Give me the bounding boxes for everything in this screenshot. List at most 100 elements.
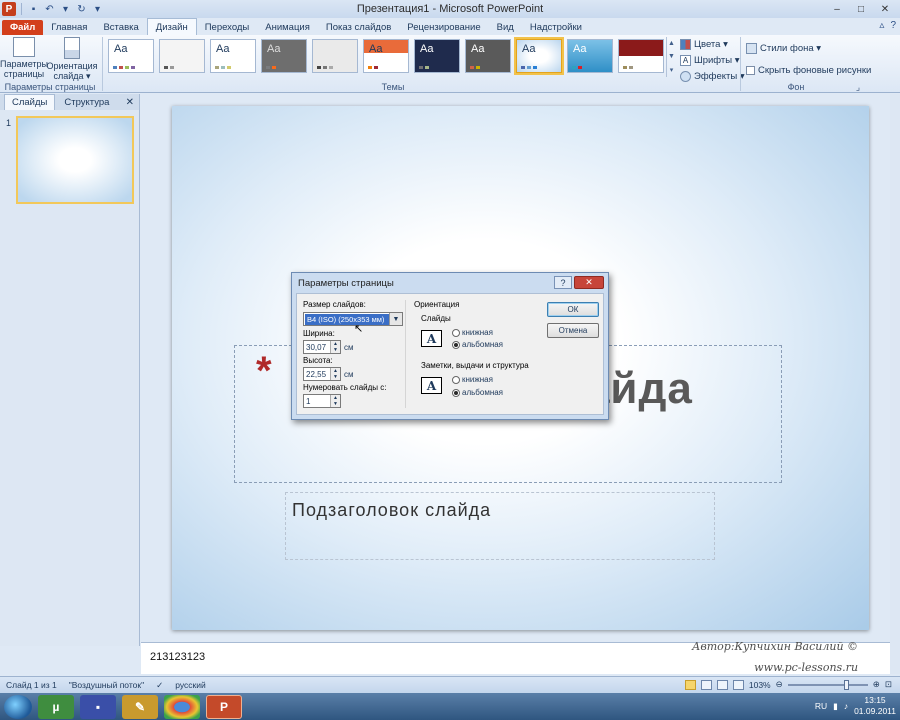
theme-angles[interactable]: Aa: [261, 39, 307, 73]
tab-transitions[interactable]: Переходы: [197, 20, 258, 35]
checkbox-icon[interactable]: [746, 65, 755, 75]
background-dialog-launcher-icon[interactable]: ⌟: [852, 82, 864, 93]
theme-office[interactable]: Aa: [108, 39, 154, 73]
dialog-help-button[interactable]: ?: [554, 276, 572, 289]
minimize-ribbon-icon[interactable]: ▵: [879, 20, 884, 31]
tab-file[interactable]: Файл: [2, 20, 44, 35]
theme-name: "Воздушный поток": [68, 680, 145, 690]
zoom-level[interactable]: 103%: [749, 680, 771, 690]
normal-view-icon[interactable]: [684, 679, 696, 690]
zoom-out-icon[interactable]: ⊖: [776, 679, 783, 690]
radio-selected-icon[interactable]: [452, 340, 460, 349]
spin-arrows-icon[interactable]: ▲ ▼: [330, 368, 340, 380]
themes-scroll[interactable]: ▲ ▼ ▾: [666, 37, 676, 77]
theme-adjacency[interactable]: Aa: [210, 39, 256, 73]
tab-addins[interactable]: Надстройки: [522, 20, 590, 35]
fit-to-window-icon[interactable]: ⊡: [885, 679, 892, 690]
theme-austin[interactable]: Aa: [363, 39, 409, 73]
height-input[interactable]: 22,55 ▲ ▼: [303, 367, 341, 381]
customize-qat-icon[interactable]: ▾: [91, 3, 104, 16]
utorrent-icon[interactable]: µ: [38, 694, 74, 719]
save-disk-icon[interactable]: ▪: [80, 694, 116, 719]
hide-background-checkbox[interactable]: Скрыть фоновые рисунки: [746, 63, 871, 77]
start-button[interactable]: [4, 694, 32, 719]
reading-view-icon[interactable]: [716, 679, 728, 690]
ok-button[interactable]: ОК: [547, 302, 599, 317]
background-styles-button[interactable]: Стили фона ▾: [746, 41, 871, 55]
slide-size-label: Размер слайдов:: [303, 300, 366, 309]
width-input[interactable]: 30,07 ▲ ▼: [303, 340, 341, 354]
tab-design[interactable]: Дизайн: [146, 18, 197, 35]
slide-sorter-view-icon[interactable]: [700, 679, 712, 690]
maximize-button[interactable]: □: [850, 2, 872, 16]
close-button[interactable]: ✕: [874, 2, 896, 16]
tab-home[interactable]: Главная: [43, 20, 95, 35]
effects-button[interactable]: Эффекты ▾: [680, 69, 745, 83]
cancel-button[interactable]: Отмена: [547, 323, 599, 338]
language-indicator[interactable]: RU: [815, 701, 827, 711]
redo-icon[interactable]: ↻: [75, 3, 88, 16]
chrome-icon[interactable]: [164, 694, 200, 719]
theme-civic[interactable]: Aa: [465, 39, 511, 73]
scroll-down-icon[interactable]: ▼: [668, 53, 675, 60]
radio-icon[interactable]: [452, 375, 460, 384]
theme-apex[interactable]: [312, 39, 358, 73]
fonts-button[interactable]: A Шрифты ▾: [680, 53, 745, 67]
undo-dropdown-icon[interactable]: ▾: [59, 3, 72, 16]
window-controls: – □ ✕: [826, 0, 900, 18]
network-icon[interactable]: ▮: [833, 701, 838, 712]
help-icon[interactable]: ?: [890, 20, 896, 31]
slide-info: Слайд 1 из 1: [6, 680, 57, 690]
number-slides-input[interactable]: 1 ▲ ▼: [303, 394, 341, 408]
theme-paper[interactable]: [159, 39, 205, 73]
slide-thumbnail-number: 1: [6, 118, 12, 128]
notes-landscape-radio[interactable]: альбомная: [452, 388, 503, 397]
spin-arrows-icon[interactable]: ▲ ▼: [330, 395, 340, 407]
page-setup-dialog: Параметры страницы ? ✕ Размер слайдов: B…: [291, 272, 609, 420]
group-separator: [102, 37, 103, 91]
theme-airflow-selected[interactable]: Aa: [514, 37, 564, 75]
powerpoint-taskbar-icon[interactable]: P: [206, 694, 242, 719]
slideshow-view-icon[interactable]: [732, 679, 744, 690]
minimize-button[interactable]: –: [826, 2, 848, 16]
slides-portrait-radio[interactable]: книжная: [452, 328, 493, 337]
radio-selected-icon[interactable]: [452, 388, 460, 397]
tab-outline[interactable]: Структура: [57, 95, 116, 110]
save-icon[interactable]: ▪: [27, 3, 40, 16]
tab-review[interactable]: Рецензирование: [399, 20, 488, 35]
more-themes-icon[interactable]: ▾: [670, 66, 674, 74]
theme-sample-text: Aa: [471, 43, 485, 55]
slide-size-dropdown[interactable]: B4 (ISO) (250x353 мм) ▼: [303, 312, 403, 326]
colors-button[interactable]: Цвета ▾: [680, 37, 745, 51]
language[interactable]: русский: [169, 680, 212, 690]
chevron-down-icon[interactable]: ▼: [389, 313, 402, 325]
tab-insert[interactable]: Вставка: [95, 20, 146, 35]
close-pane-icon[interactable]: ✕: [126, 97, 134, 108]
volume-icon[interactable]: ♪: [844, 701, 848, 711]
undo-icon[interactable]: ↶: [43, 3, 56, 16]
slides-landscape-radio[interactable]: альбомная: [452, 340, 503, 349]
theme-couture[interactable]: [618, 39, 664, 73]
spin-arrows-icon[interactable]: ▲ ▼: [330, 341, 340, 353]
theme-concourse[interactable]: Aa: [567, 39, 613, 73]
clock[interactable]: 13:15 01.09.2011: [854, 695, 896, 717]
radio-icon[interactable]: [452, 328, 460, 337]
tab-view[interactable]: Вид: [489, 20, 522, 35]
slide-orientation-button[interactable]: Ориентация слайда ▾: [46, 37, 98, 81]
tool-app-icon[interactable]: ✎: [122, 694, 158, 719]
theme-black-tie[interactable]: Aa: [414, 39, 460, 73]
powerpoint-app-icon[interactable]: P: [2, 2, 16, 16]
scroll-up-icon[interactable]: ▲: [668, 40, 675, 47]
slide-thumbnail[interactable]: [16, 116, 134, 204]
notes-portrait-radio[interactable]: книжная: [452, 375, 493, 384]
zoom-slider[interactable]: [787, 679, 868, 690]
dialog-close-button[interactable]: ✕: [574, 276, 604, 289]
tab-slides[interactable]: Слайды: [4, 94, 56, 110]
tab-animations[interactable]: Анимация: [257, 20, 318, 35]
spellcheck-icon[interactable]: ✓: [150, 680, 169, 691]
zoom-slider-thumb[interactable]: [843, 679, 849, 690]
vertical-scrollbar[interactable]: [890, 94, 900, 674]
zoom-in-icon[interactable]: ⊕: [873, 679, 880, 690]
page-setup-button[interactable]: Параметры страницы: [0, 37, 48, 79]
tab-slideshow[interactable]: Показ слайдов: [318, 20, 399, 35]
